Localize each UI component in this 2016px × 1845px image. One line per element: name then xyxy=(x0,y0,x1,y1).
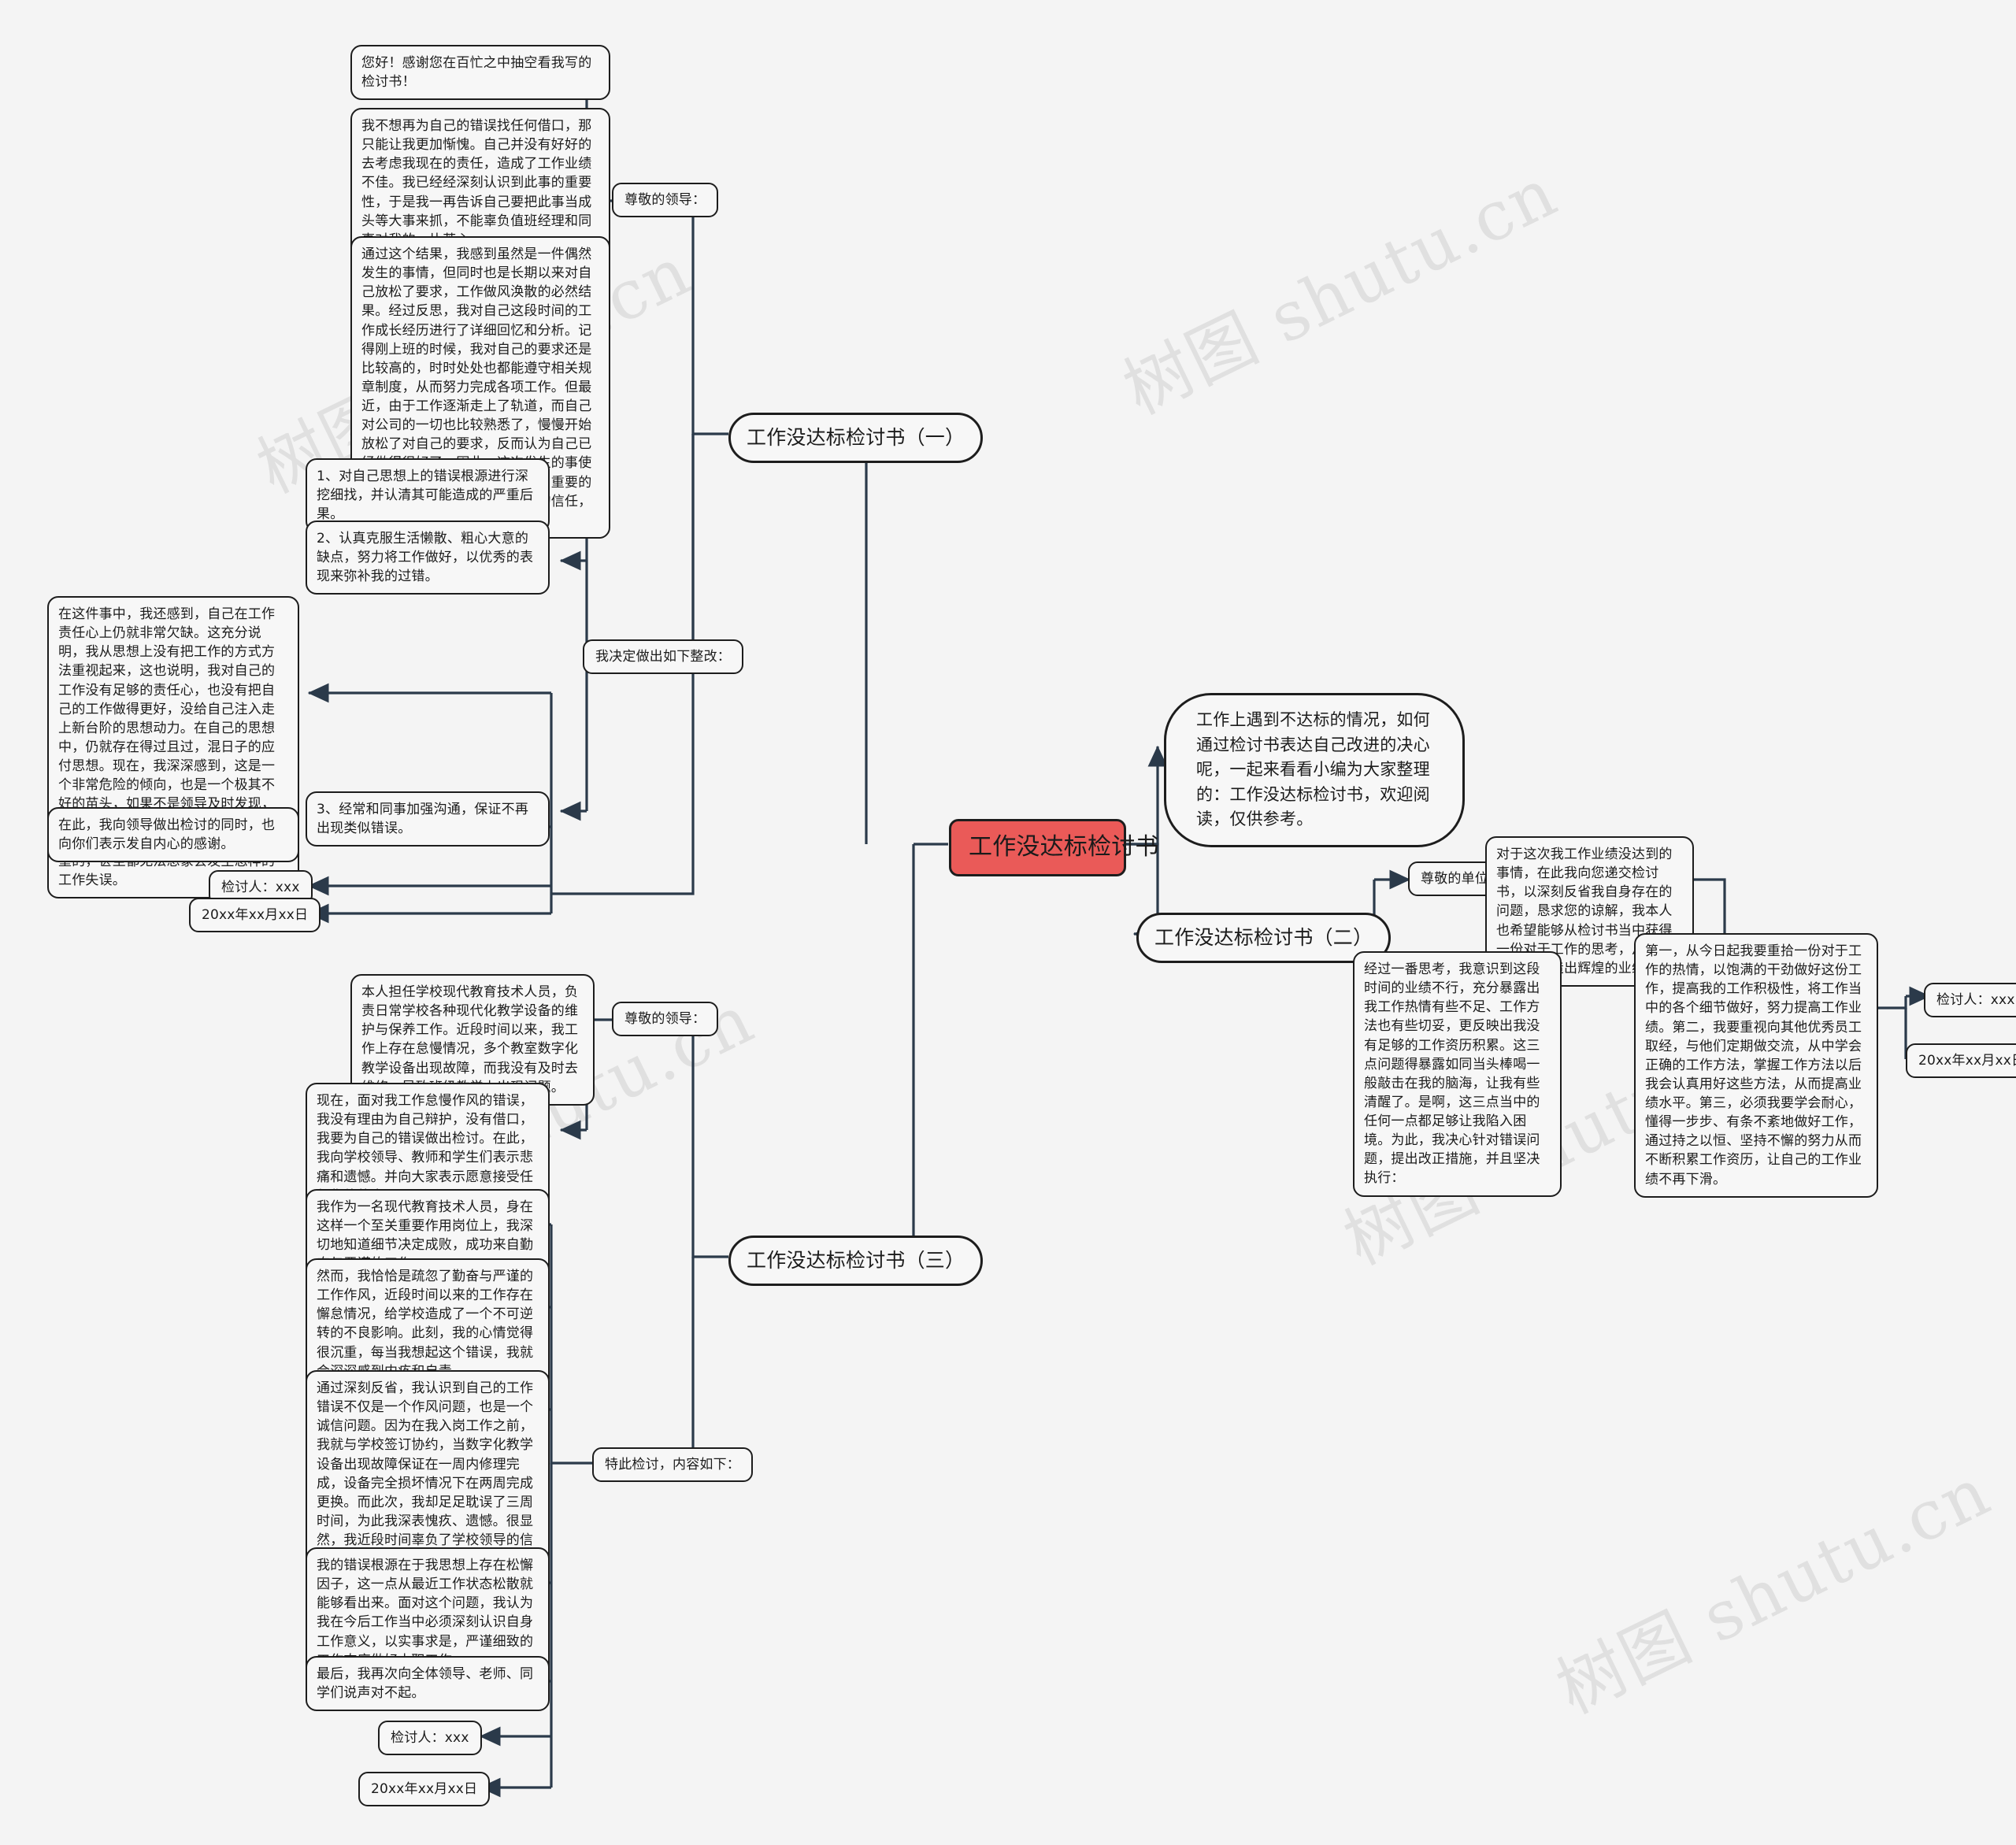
branch-one-para-1[interactable]: 您好！感谢您在百忙之中抽空看我写的检讨书！ xyxy=(350,45,610,101)
intro-summary-node[interactable]: 工作上遇到不达标的情况，如何通过检讨书表达自己改进的决心呢，一起来看看小编为大家… xyxy=(1164,693,1465,847)
branch-three-para-7[interactable]: 最后，我再次向全体领导、老师、同学们说声对不起。 xyxy=(306,1656,550,1712)
branch-three-date[interactable]: 20xx年xx月xx日 xyxy=(358,1772,491,1807)
branch-two-date[interactable]: 20xx年xx月xx日 xyxy=(1906,1043,2016,1079)
branch-two-para-3[interactable]: 第一，从今日起我要重拾一份对于工作的热情，以饱满的干劲做好这份工作，提高我的工作… xyxy=(1634,933,1878,1198)
watermark: 树图 shutu.cn xyxy=(1545,1452,2003,1729)
watermark: 树图 shutu.cn xyxy=(1112,153,1569,430)
branch-three-review-label[interactable]: 特此检讨，内容如下： xyxy=(592,1447,753,1483)
branch-three-salutation[interactable]: 尊敬的领导： xyxy=(612,1002,719,1037)
topic-node-one[interactable]: 工作没达标检讨书（一） xyxy=(728,413,984,463)
mindmap-canvas: 树图 shutu.cn 树图 shutu.cn 树图 shutu.cn 树图 s… xyxy=(0,0,2016,1845)
branch-three-signer[interactable]: 检讨人：xxx xyxy=(378,1721,482,1756)
branch-two-signer[interactable]: 检讨人：xxx xyxy=(1924,983,2016,1018)
branch-one-rectify-item-2[interactable]: 2、认真克服生活懒散、粗心大意的缺点，努力将工作做好，以优秀的表现来弥补我的过错… xyxy=(306,521,550,595)
branch-one-closing[interactable]: 在此，我向领导做出检讨的同时，也向你们表示发自内心的感谢。 xyxy=(47,807,299,863)
branch-one-rectify-item-3[interactable]: 3、经常和同事加强沟通，保证不再出现类似错误。 xyxy=(306,791,550,847)
branch-one-salutation[interactable]: 尊敬的领导： xyxy=(612,183,719,218)
topic-node-three[interactable]: 工作没达标检讨书（三） xyxy=(728,1236,984,1286)
branch-one-date[interactable]: 20xx年xx月xx日 xyxy=(189,898,321,933)
topic-node-two[interactable]: 工作没达标检讨书（二） xyxy=(1136,913,1392,963)
branch-one-rectify-label[interactable]: 我决定做出如下整改： xyxy=(583,639,743,675)
root-node[interactable]: 工作没达标检讨书 xyxy=(949,819,1158,876)
branch-two-para-2[interactable]: 经过一番思考，我意识到这段时间的业绩不行，充分暴露出我工作热情有些不足、工作方法… xyxy=(1353,951,1562,1197)
